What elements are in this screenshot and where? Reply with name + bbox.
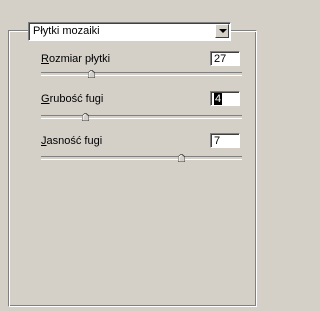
- tile-size-slider-thumb[interactable]: [88, 70, 95, 78]
- grout-width-input[interactable]: 4: [210, 91, 240, 106]
- chevron-down-icon: [219, 29, 227, 33]
- dropdown-button[interactable]: [215, 24, 229, 38]
- grout-width-label: Grubość fugi: [41, 93, 104, 105]
- filter-options-panel: Płytki mozaiki Rozmiar płytki 27 Grubość…: [0, 0, 264, 311]
- grout-brightness-label: Jasność fugi: [41, 135, 103, 147]
- tile-size-label: Rozmiar płytki: [41, 53, 111, 65]
- tile-size-input[interactable]: 27: [210, 51, 240, 66]
- filter-select-value: Płytki mozaiki: [33, 25, 100, 37]
- grout-brightness-slider-thumb[interactable]: [178, 154, 185, 162]
- tile-size-slider[interactable]: [41, 72, 242, 76]
- grout-brightness-slider[interactable]: [41, 156, 242, 160]
- grout-width-slider-thumb[interactable]: [82, 113, 89, 121]
- grout-width-slider[interactable]: [41, 115, 242, 119]
- grout-brightness-input[interactable]: 7: [210, 133, 240, 148]
- filter-select[interactable]: Płytki mozaiki: [28, 22, 231, 41]
